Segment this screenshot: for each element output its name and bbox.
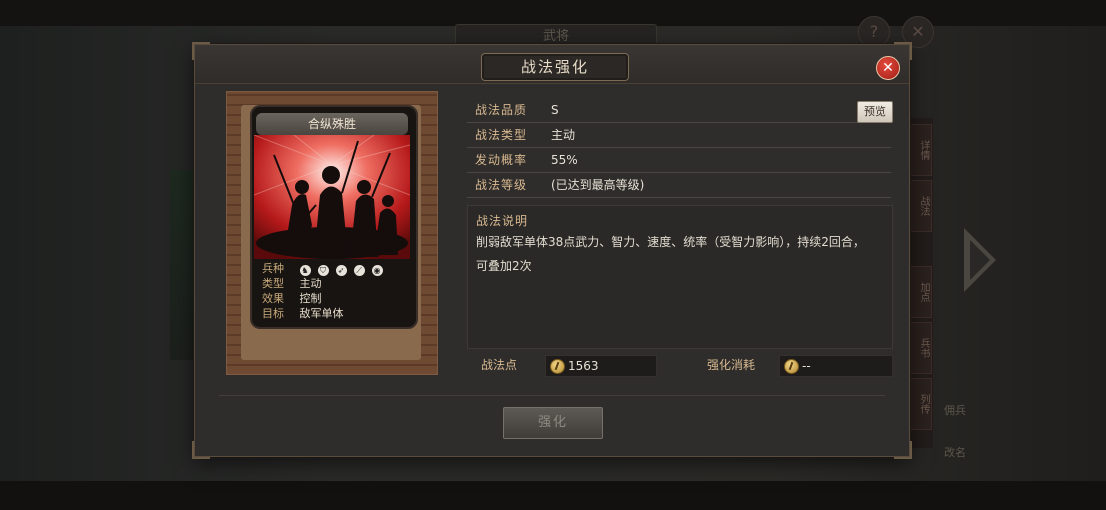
card-info-key: 目标 <box>262 307 284 320</box>
detail-value: (已达到最高等级) <box>551 178 645 192</box>
card-name: 合纵殊胜 <box>307 117 356 131</box>
bow-icon: ➶ <box>335 264 347 276</box>
detail-row-type: 战法类型 主动 <box>467 123 891 148</box>
description-text: 削弱敌军单体38点武力、智力、速度、统率（受智力影响），持续2回合，可叠加2次 <box>476 235 865 273</box>
card-name-plate: 合纵殊胜 <box>256 113 408 135</box>
detail-key: 战法等级 <box>475 178 528 192</box>
corner-ornament <box>192 42 210 60</box>
card-info-troop: 兵种 ♞ ⛉ ➶ ⟋ ◉ <box>262 261 408 276</box>
detail-row-level: 战法等级 (已达到最高等级) <box>467 173 891 198</box>
shield-icon: ⛉ <box>317 264 329 276</box>
troop-icons: ♞ ⛉ ➶ ⟋ ◉ <box>299 262 390 277</box>
reinforce-cost-row: 强化消耗 -- <box>707 355 893 377</box>
description-box: 战法说明 削弱敌军单体38点武力、智力、速度、统率（受智力影响），持续2回合，可… <box>467 205 893 349</box>
tactic-points-row: 战法点 1563 <box>481 355 661 377</box>
side-tab-details[interactable]: 详情 <box>910 124 932 176</box>
next-arrow-inner <box>970 240 990 280</box>
background-top-bar <box>0 0 1106 26</box>
detail-value: S <box>551 103 559 117</box>
card-info-type: 类型 主动 <box>262 276 408 291</box>
reinforce-cost-box: -- <box>779 355 893 377</box>
background-bottom-bar <box>0 481 1106 510</box>
detail-row-probability: 发动概率 55% <box>467 148 891 173</box>
dialog-title: 战法强化 <box>520 58 589 76</box>
cavalry-icon: ♞ <box>299 264 311 276</box>
corner-ornament <box>894 42 912 60</box>
warriors-silhouette-icon <box>254 135 410 259</box>
card-info-value: 主动 <box>299 277 322 290</box>
tactic-points-box: 1563 <box>545 355 657 377</box>
side-tab-tactics[interactable]: 战法 <box>910 180 932 232</box>
reinforce-cost-value: -- <box>802 359 811 373</box>
description-title: 战法说明 <box>476 214 529 228</box>
card-info: 兵种 ♞ ⛉ ➶ ⟋ ◉ 类型 主动 效果 控制 目标 敌军单体 <box>262 261 408 321</box>
card-info-key: 类型 <box>262 277 284 290</box>
card-info-target: 目标 敌军单体 <box>262 306 408 321</box>
background-rename-label[interactable]: 改名 <box>944 444 966 460</box>
detail-key: 发动概率 <box>475 153 528 167</box>
card-info-effect: 效果 控制 <box>262 291 408 306</box>
detail-row-quality: 战法品质 S <box>467 98 891 123</box>
side-tab-points[interactable]: 加点 <box>910 266 932 318</box>
card-info-key: 效果 <box>262 292 284 305</box>
side-tab-books[interactable]: 兵书 <box>910 322 932 374</box>
divider <box>219 395 885 396</box>
dialog-title-box: 战法强化 <box>481 53 629 81</box>
card-info-value: 控制 <box>299 292 322 305</box>
background-side-tabs: 详情 战法 加点 兵书 列传 <box>906 118 933 448</box>
card-info-key: 兵种 <box>262 262 284 275</box>
detail-value: 55% <box>551 153 578 167</box>
detail-key: 战法类型 <box>475 128 528 142</box>
detail-key: 战法品质 <box>475 103 528 117</box>
siege-icon: ◉ <box>371 264 383 276</box>
tactic-points-label: 战法点 <box>481 358 518 372</box>
detail-value: 主动 <box>551 128 576 142</box>
coin-icon <box>784 359 799 374</box>
coin-icon <box>550 359 565 374</box>
reinforce-cost-label: 强化消耗 <box>707 358 756 372</box>
reinforce-button[interactable]: 强化 <box>503 407 603 439</box>
tactic-reinforce-dialog: 战法强化 ✕ 合纵殊胜 兵种 ♞ ⛉ ➶ ⟋ ◉ 类型 主动 效果 控制 目标 … <box>192 42 912 459</box>
card-info-value: 敌军单体 <box>299 307 344 320</box>
tactic-points-value: 1563 <box>568 359 599 373</box>
card-artwork <box>254 135 410 259</box>
background-mercenary-label[interactable]: 佣兵 <box>944 402 966 418</box>
side-tab-biography[interactable]: 列传 <box>910 378 932 430</box>
preview-button[interactable]: 预览 <box>857 101 893 123</box>
tactic-card: 合纵殊胜 兵种 ♞ ⛉ ➶ ⟋ ◉ 类型 主动 效果 控制 目标 敌军单体 <box>250 105 418 329</box>
close-button[interactable]: ✕ <box>876 56 900 80</box>
corner-ornament <box>894 441 912 459</box>
spear-icon: ⟋ <box>353 264 365 276</box>
background-general-portrait <box>170 170 196 360</box>
corner-ornament <box>192 441 210 459</box>
tactic-details-table: 战法品质 S 战法类型 主动 发动概率 55% 战法等级 (已达到最高等级) <box>467 98 891 198</box>
